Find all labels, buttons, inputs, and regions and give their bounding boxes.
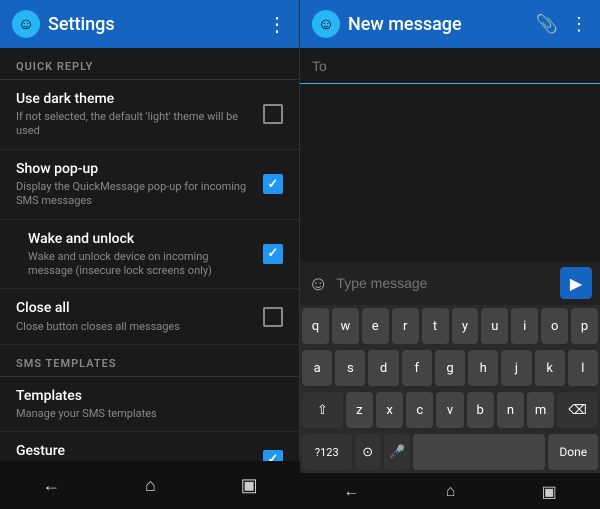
key-u[interactable]: u bbox=[481, 308, 508, 344]
new-message-header: ☺ New message 📎 ⋮ bbox=[300, 0, 600, 48]
key-settings-icon[interactable]: ⊙ bbox=[355, 434, 381, 470]
key-p[interactable]: p bbox=[571, 308, 598, 344]
setting-dark-theme-desc: If not selected, the default 'light' the… bbox=[16, 110, 255, 139]
setting-templates-title: Templates bbox=[16, 387, 283, 405]
app-icon: ☺ bbox=[12, 10, 40, 38]
key-n[interactable]: n bbox=[497, 392, 524, 428]
section-quick-reply: QUICK REPLY bbox=[0, 48, 299, 80]
key-t[interactable]: t bbox=[422, 308, 449, 344]
message-body-area bbox=[300, 84, 600, 261]
setting-show-popup-text: Show pop-up Display the QuickMessage pop… bbox=[16, 160, 255, 209]
key-done[interactable]: Done bbox=[548, 434, 598, 470]
message-input[interactable] bbox=[336, 275, 552, 291]
key-v[interactable]: v bbox=[436, 392, 463, 428]
setting-close-all-title: Close all bbox=[16, 299, 255, 317]
key-r[interactable]: r bbox=[392, 308, 419, 344]
close-all-checkbox[interactable] bbox=[263, 307, 283, 327]
key-a[interactable]: a bbox=[302, 350, 332, 386]
key-k[interactable]: k bbox=[535, 350, 565, 386]
keyboard-row-2: a s d f g h j k l bbox=[300, 347, 600, 389]
setting-wake-unlock-text: Wake and unlock Wake and unlock device o… bbox=[28, 230, 255, 279]
emoji-button[interactable]: ☺ bbox=[308, 271, 328, 296]
key-f[interactable]: f bbox=[402, 350, 432, 386]
overflow-menu-right-icon[interactable]: ⋮ bbox=[570, 14, 588, 35]
key-b[interactable]: b bbox=[467, 392, 494, 428]
key-q[interactable]: q bbox=[302, 308, 329, 344]
home-button-right[interactable]: ⌂ bbox=[434, 477, 468, 505]
app-icon-right: ☺ bbox=[312, 10, 340, 38]
key-y[interactable]: y bbox=[452, 308, 479, 344]
setting-templates-text: Templates Manage your SMS templates bbox=[16, 387, 283, 421]
key-c[interactable]: c bbox=[406, 392, 433, 428]
right-nav-bar: ← ⌂ ▣ bbox=[300, 473, 600, 509]
setting-close-all-text: Close all Close button closes all messag… bbox=[16, 299, 255, 333]
key-mic[interactable]: 🎤 bbox=[384, 434, 410, 470]
keyboard-row-1: q w e r t y u i o p bbox=[300, 305, 600, 347]
header-actions: 📎 ⋮ bbox=[536, 14, 588, 35]
key-z[interactable]: z bbox=[346, 392, 373, 428]
settings-header: ☺ Settings ⋮ bbox=[0, 0, 299, 48]
setting-show-popup-title: Show pop-up bbox=[16, 160, 255, 178]
key-d[interactable]: d bbox=[368, 350, 398, 386]
new-message-title: New message bbox=[348, 14, 528, 35]
to-input[interactable] bbox=[312, 58, 588, 74]
key-i[interactable]: i bbox=[511, 308, 538, 344]
keyboard-row-3: ⇧ z x c v b n m ⌫ bbox=[300, 389, 600, 431]
key-m[interactable]: m bbox=[527, 392, 554, 428]
recent-apps-button-right[interactable]: ▣ bbox=[530, 478, 569, 505]
setting-templates-desc: Manage your SMS templates bbox=[16, 407, 283, 421]
left-nav-bar: ← ⌂ ▣ bbox=[0, 461, 300, 509]
overflow-menu-icon[interactable]: ⋮ bbox=[267, 12, 287, 36]
setting-show-popup-desc: Display the QuickMessage pop-up for inco… bbox=[16, 180, 255, 209]
settings-title: Settings bbox=[48, 14, 259, 35]
dark-theme-checkbox[interactable] bbox=[263, 104, 283, 124]
key-h[interactable]: h bbox=[468, 350, 498, 386]
key-space[interactable] bbox=[413, 434, 545, 470]
key-backspace[interactable]: ⌫ bbox=[557, 392, 598, 428]
key-o[interactable]: o bbox=[541, 308, 568, 344]
show-popup-checkbox[interactable] bbox=[263, 174, 283, 194]
key-shift[interactable]: ⇧ bbox=[302, 392, 343, 428]
section-sms-templates: SMS TEMPLATES bbox=[0, 345, 299, 377]
back-button[interactable]: ← bbox=[26, 467, 76, 504]
settings-list: QUICK REPLY Use dark theme If not select… bbox=[0, 48, 299, 509]
to-field-container[interactable] bbox=[300, 48, 600, 84]
key-s[interactable]: s bbox=[335, 350, 365, 386]
key-symbols[interactable]: ?123 bbox=[302, 434, 352, 470]
key-e[interactable]: e bbox=[362, 308, 389, 344]
send-button[interactable]: ▶ bbox=[560, 267, 592, 299]
setting-wake-unlock-desc: Wake and unlock device on incoming messa… bbox=[28, 250, 255, 279]
setting-dark-theme-title: Use dark theme bbox=[16, 90, 255, 108]
message-input-bar: ☺ ▶ bbox=[300, 261, 600, 305]
key-j[interactable]: j bbox=[501, 350, 531, 386]
key-l[interactable]: l bbox=[568, 350, 598, 386]
key-w[interactable]: w bbox=[332, 308, 359, 344]
setting-close-all[interactable]: Close all Close button closes all messag… bbox=[0, 289, 299, 344]
setting-templates[interactable]: Templates Manage your SMS templates bbox=[0, 377, 299, 432]
new-message-panel: ☺ New message 📎 ⋮ ☺ ▶ q w e r t y u i o … bbox=[300, 0, 600, 509]
setting-close-all-desc: Close button closes all messages bbox=[16, 320, 255, 334]
setting-show-popup[interactable]: Show pop-up Display the QuickMessage pop… bbox=[0, 150, 299, 220]
key-g[interactable]: g bbox=[435, 350, 465, 386]
back-button-right[interactable]: ← bbox=[331, 477, 371, 505]
home-button[interactable]: ⌂ bbox=[129, 467, 172, 504]
settings-panel: ☺ Settings ⋮ QUICK REPLY Use dark theme … bbox=[0, 0, 300, 509]
setting-wake-unlock-title: Wake and unlock bbox=[28, 230, 255, 248]
setting-gesture-title: Gesture bbox=[16, 442, 255, 460]
attach-icon[interactable]: 📎 bbox=[536, 14, 558, 35]
setting-dark-theme[interactable]: Use dark theme If not selected, the defa… bbox=[0, 80, 299, 150]
wake-unlock-checkbox[interactable] bbox=[263, 244, 283, 264]
setting-dark-theme-text: Use dark theme If not selected, the defa… bbox=[16, 90, 255, 139]
key-x[interactable]: x bbox=[376, 392, 403, 428]
keyboard-row-4: ?123 ⊙ 🎤 Done bbox=[300, 431, 600, 473]
recent-apps-button[interactable]: ▣ bbox=[225, 467, 274, 504]
keyboard: q w e r t y u i o p a s d f g h j k l ⇧ … bbox=[300, 305, 600, 473]
setting-wake-unlock[interactable]: Wake and unlock Wake and unlock device o… bbox=[0, 220, 299, 290]
